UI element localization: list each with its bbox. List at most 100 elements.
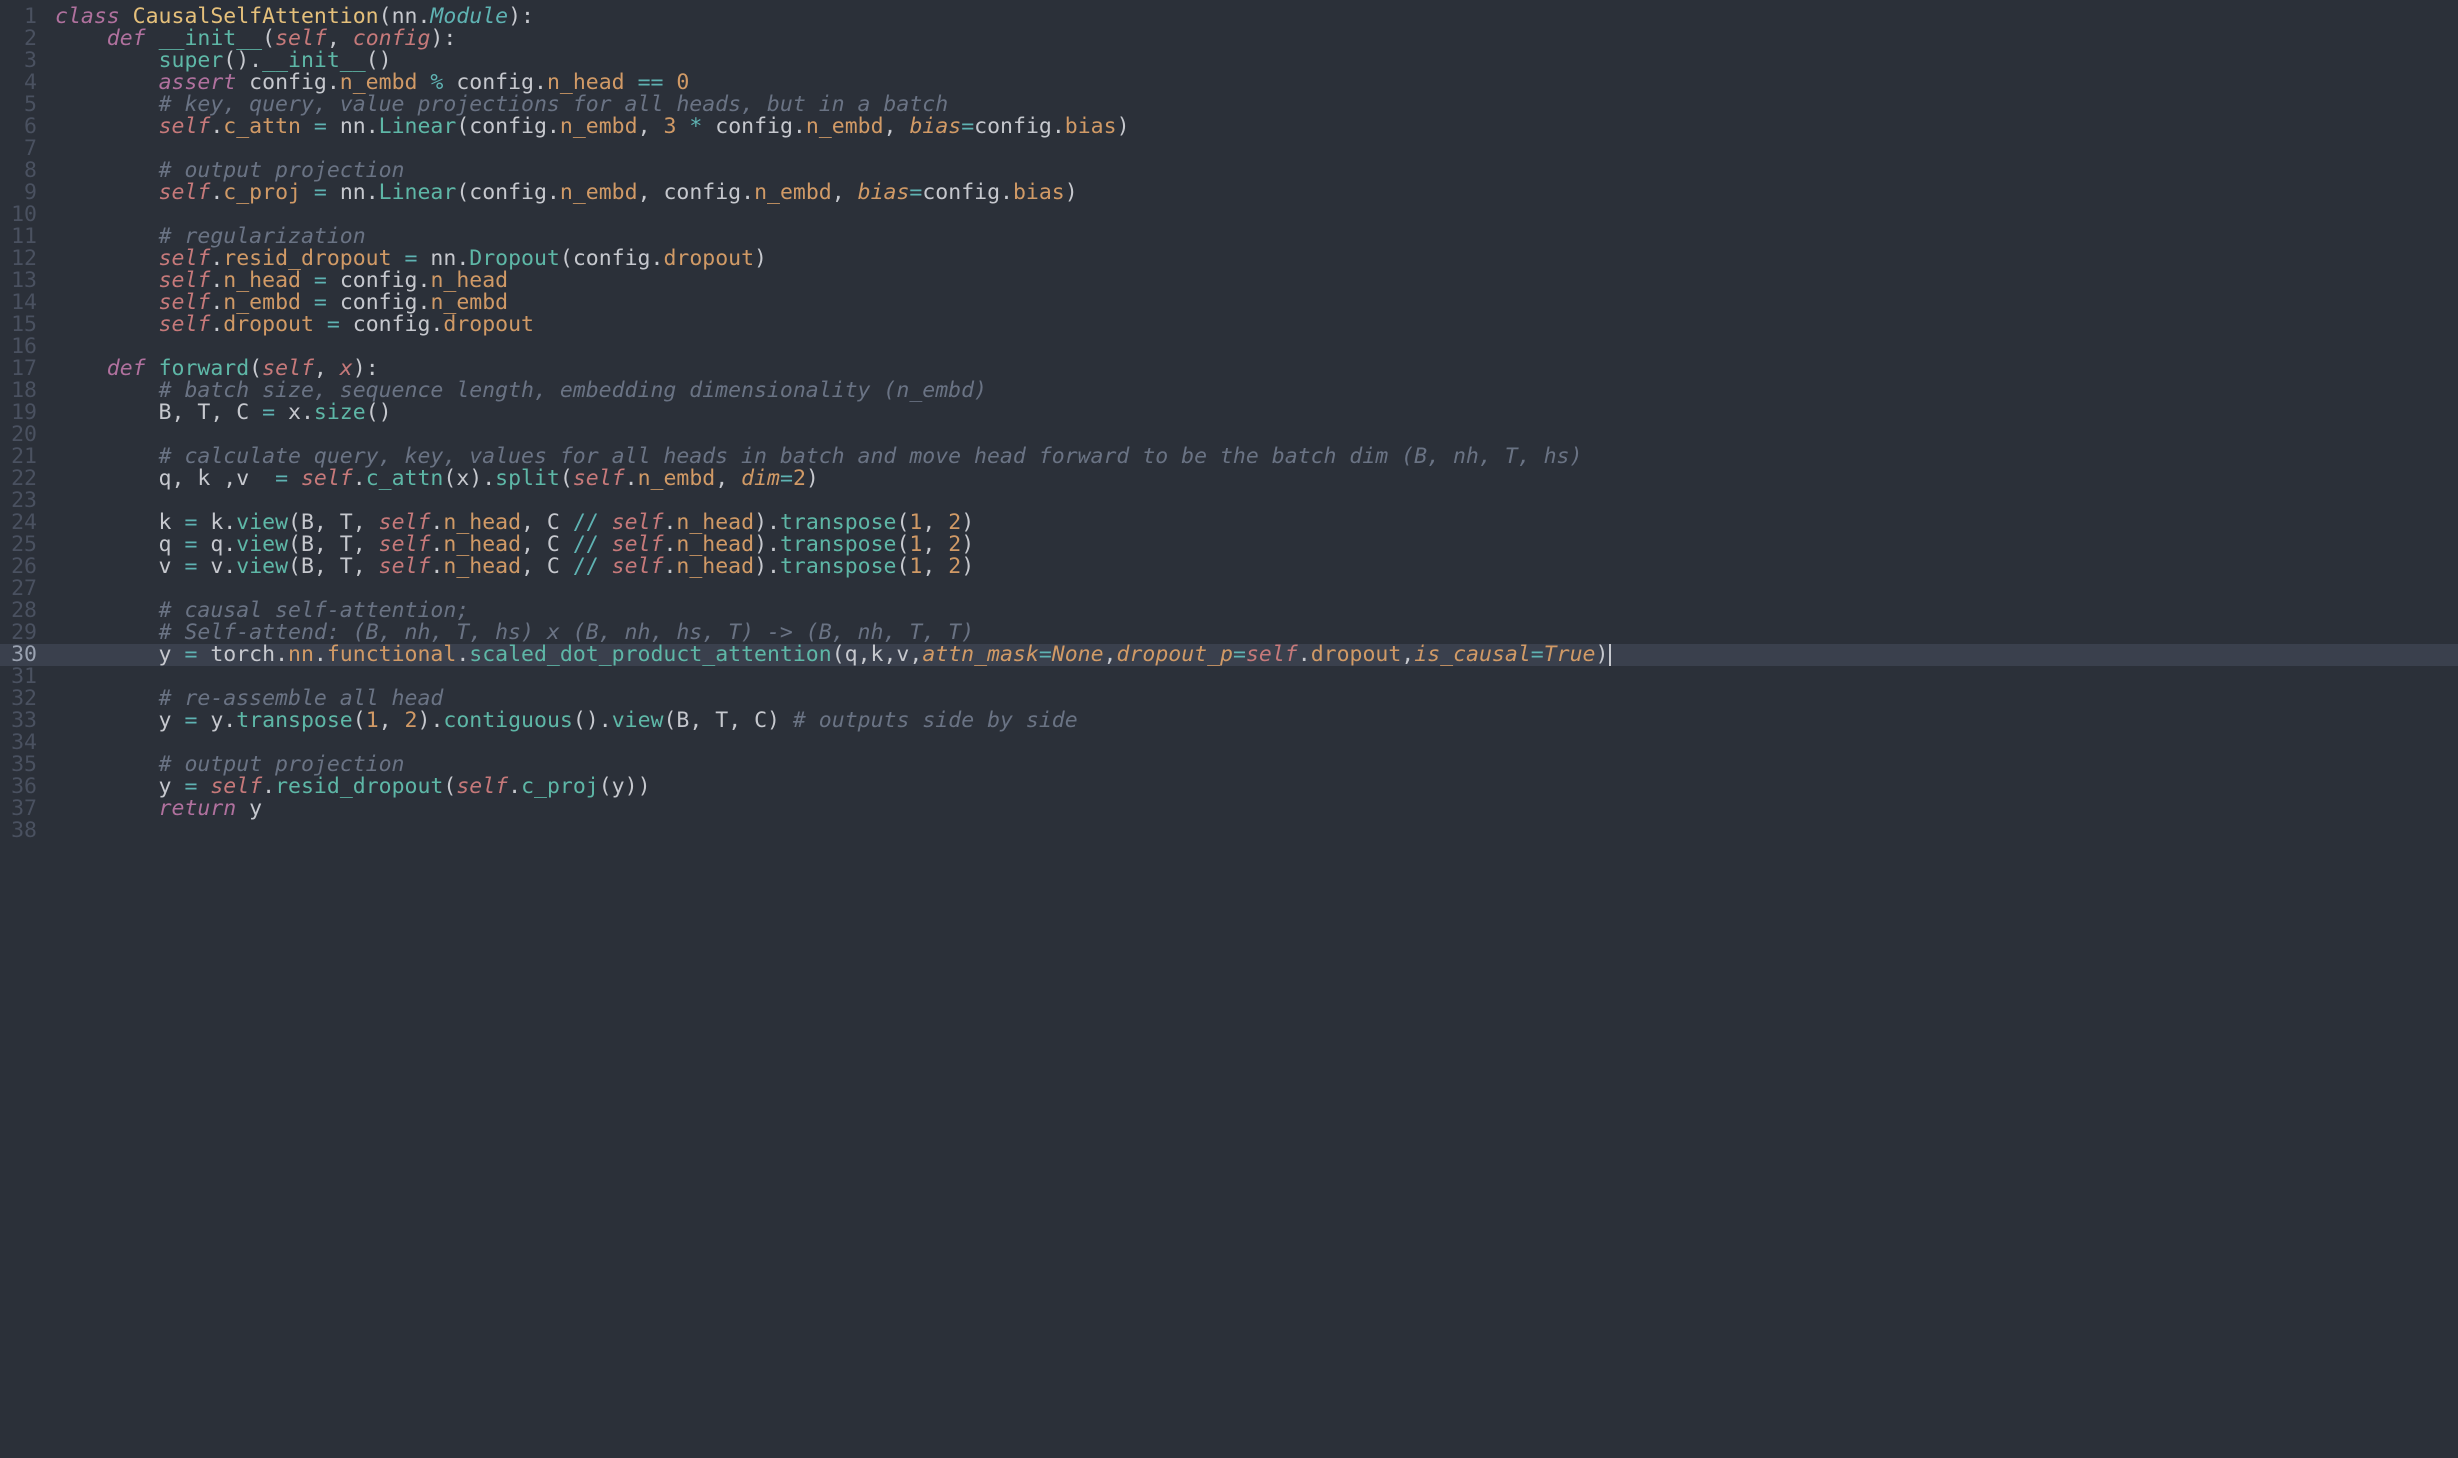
code-line[interactable]: 1class CausalSelfAttention(nn.Module): [0, 6, 2458, 28]
code-line[interactable]: 29 # Self-attend: (B, nh, T, hs) x (B, n… [0, 622, 2458, 644]
token-pun: ) [1117, 114, 1130, 139]
code-line[interactable]: 27 [0, 578, 2458, 600]
line-number: 35 [0, 754, 55, 776]
code-line[interactable]: 26 v = v.view(B, T, self.n_head, C // se… [0, 556, 2458, 578]
code-line[interactable]: 7 [0, 138, 2458, 160]
token-pun: (config. [456, 114, 560, 139]
code-line[interactable]: 14 self.n_embd = config.n_embd [0, 292, 2458, 314]
code-line[interactable]: 24 k = k.view(B, T, self.n_head, C // se… [0, 512, 2458, 534]
code-content[interactable]: self.dropout = config.dropout [55, 314, 2458, 336]
token-kwarg: dropout_p [1117, 642, 1234, 667]
code-line[interactable]: 28 # causal self-attention; [0, 600, 2458, 622]
token-const: None [1052, 642, 1104, 667]
token-op: = [780, 466, 793, 491]
code-content[interactable]: def __init__(self, config): [55, 28, 2458, 50]
code-content[interactable]: # Self-attend: (B, nh, T, hs) x (B, nh, … [55, 622, 2458, 644]
code-content[interactable]: y = torch.nn.functional.scaled_dot_produ… [55, 644, 2458, 666]
code-content[interactable]: B, T, C = x.size() [55, 402, 2458, 424]
line-number: 15 [0, 314, 55, 336]
line-number: 10 [0, 204, 55, 226]
code-content[interactable]: q = q.view(B, T, self.n_head, C // self.… [55, 534, 2458, 556]
token-attr: n_head [443, 554, 521, 579]
code-content[interactable]: # output projection [55, 754, 2458, 776]
token-pun: . [508, 774, 521, 799]
code-line[interactable]: 12 self.resid_dropout = nn.Dropout(confi… [0, 248, 2458, 270]
code-line[interactable]: 16 [0, 336, 2458, 358]
code-line[interactable]: 20 [0, 424, 2458, 446]
code-line[interactable]: 35 # output projection [0, 754, 2458, 776]
token-pun: () [366, 400, 392, 425]
token-attr: bias [1013, 180, 1065, 205]
code-line[interactable]: 3 super().__init__() [0, 50, 2458, 72]
line-number: 28 [0, 600, 55, 622]
code-line[interactable]: 19 B, T, C = x.size() [0, 402, 2458, 424]
line-number: 29 [0, 622, 55, 644]
code-line[interactable]: 10 [0, 204, 2458, 226]
code-line[interactable]: 32 # re-assemble all head [0, 688, 2458, 710]
code-content[interactable]: self.resid_dropout = nn.Dropout(config.d… [55, 248, 2458, 270]
code-content[interactable]: y = self.resid_dropout(self.c_proj(y)) [55, 776, 2458, 798]
token-self: self [301, 466, 353, 491]
token-kwarg: dim [741, 466, 780, 491]
code-line[interactable]: 36 y = self.resid_dropout(self.c_proj(y)… [0, 776, 2458, 798]
code-content[interactable]: v = v.view(B, T, self.n_head, C // self.… [55, 556, 2458, 578]
code-line[interactable]: 22 q, k ,v = self.c_attn(x).split(self.n… [0, 468, 2458, 490]
token-pun [314, 312, 327, 337]
code-line[interactable]: 31 [0, 666, 2458, 688]
code-line[interactable]: 33 y = y.transpose(1, 2).contiguous().vi… [0, 710, 2458, 732]
code-line[interactable]: 5 # key, query, value projections for al… [0, 94, 2458, 116]
code-line[interactable]: 30 y = torch.nn.functional.scaled_dot_pr… [0, 644, 2458, 666]
token-pun: . [314, 642, 327, 667]
code-content[interactable]: return y [55, 798, 2458, 820]
code-content[interactable]: # regularization [55, 226, 2458, 248]
code-line[interactable]: 4 assert config.n_embd % config.n_head =… [0, 72, 2458, 94]
code-content[interactable]: self.n_embd = config.n_embd [55, 292, 2458, 314]
code-content[interactable]: y = y.transpose(1, 2).contiguous().view(… [55, 710, 2458, 732]
code-line[interactable]: 23 [0, 490, 2458, 512]
code-line[interactable]: 38 [0, 820, 2458, 842]
code-line[interactable]: 21 # calculate query, key, values for al… [0, 446, 2458, 468]
code-line[interactable]: 6 self.c_attn = nn.Linear(config.n_embd,… [0, 116, 2458, 138]
token-op: = [1233, 642, 1246, 667]
code-content[interactable]: class CausalSelfAttention(nn.Module): [55, 6, 2458, 28]
token-pun: ( [896, 554, 909, 579]
code-content[interactable]: # batch size, sequence length, embedding… [55, 380, 2458, 402]
code-line[interactable]: 37 return y [0, 798, 2458, 820]
code-line[interactable]: 2 def __init__(self, config): [0, 28, 2458, 50]
code-line[interactable]: 11 # regularization [0, 226, 2458, 248]
code-content[interactable]: # causal self-attention; [55, 600, 2458, 622]
code-line[interactable]: 18 # batch size, sequence length, embedd… [0, 380, 2458, 402]
code-line[interactable]: 8 # output projection [0, 160, 2458, 182]
code-content[interactable]: # output projection [55, 160, 2458, 182]
line-number: 22 [0, 468, 55, 490]
code-content[interactable]: # calculate query, key, values for all h… [55, 446, 2458, 468]
token-kwarg: bias [909, 114, 961, 139]
code-content[interactable]: super().__init__() [55, 50, 2458, 72]
code-content[interactable]: q, k ,v = self.c_attn(x).split(self.n_em… [55, 468, 2458, 490]
code-line[interactable]: 15 self.dropout = config.dropout [0, 314, 2458, 336]
token-op: = [909, 180, 922, 205]
token-pun: . [210, 312, 223, 337]
code-line[interactable]: 17 def forward(self, x): [0, 358, 2458, 380]
code-line[interactable]: 9 self.c_proj = nn.Linear(config.n_embd,… [0, 182, 2458, 204]
code-content[interactable]: k = k.view(B, T, self.n_head, C // self.… [55, 512, 2458, 534]
code-content[interactable]: assert config.n_embd % config.n_head == … [55, 72, 2458, 94]
token-pun: . [1298, 642, 1311, 667]
token-attr: n_embd [638, 466, 716, 491]
code-content[interactable]: # re-assemble all head [55, 688, 2458, 710]
code-content[interactable]: self.c_attn = nn.Linear(config.n_embd, 3… [55, 116, 2458, 138]
token-op: = [184, 554, 197, 579]
token-num: 3 [663, 114, 676, 139]
code-editor[interactable]: 1class CausalSelfAttention(nn.Module):2 … [0, 0, 2458, 842]
code-content[interactable]: # key, query, value projections for all … [55, 94, 2458, 116]
code-content[interactable]: def forward(self, x): [55, 358, 2458, 380]
token-op: = [1531, 642, 1544, 667]
code-line[interactable]: 34 [0, 732, 2458, 754]
code-content[interactable]: self.c_proj = nn.Linear(config.n_embd, c… [55, 182, 2458, 204]
code-line[interactable]: 13 self.n_head = config.n_head [0, 270, 2458, 292]
line-number: 32 [0, 688, 55, 710]
token-pun: (B, T, C) [663, 708, 792, 733]
code-line[interactable]: 25 q = q.view(B, T, self.n_head, C // se… [0, 534, 2458, 556]
code-content[interactable]: self.n_head = config.n_head [55, 270, 2458, 292]
token-fn: size [314, 400, 366, 425]
